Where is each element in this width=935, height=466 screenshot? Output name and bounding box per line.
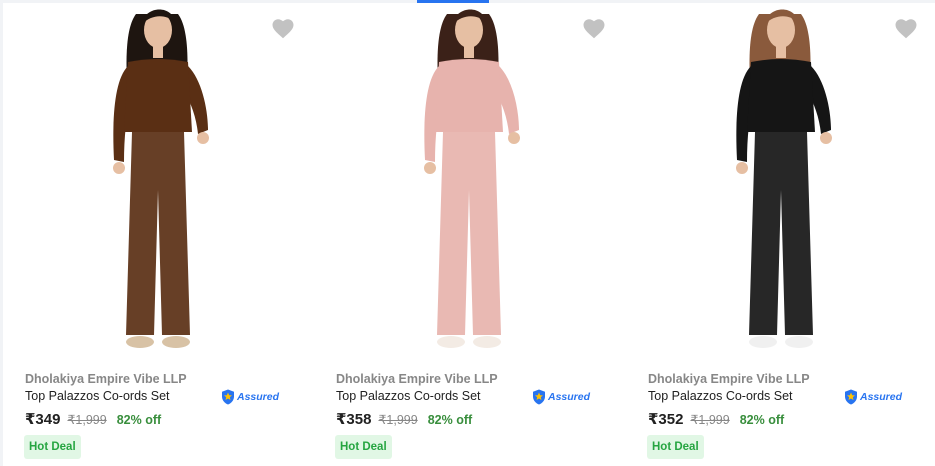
top: [124, 59, 192, 132]
assured-badge: Assured: [532, 389, 590, 405]
discount-percent: 82% off: [427, 413, 473, 427]
right-hand: [197, 132, 209, 144]
product-title[interactable]: Top Palazzos Co-ords Set: [336, 389, 481, 403]
original-price: ₹1,999: [378, 413, 418, 427]
selling-price: ₹352: [648, 411, 684, 428]
assured-label: Assured: [548, 391, 591, 403]
left-shoe: [437, 336, 465, 348]
right-hand: [508, 132, 520, 144]
price-row: ₹358 ₹1,999 82% off: [336, 410, 472, 428]
product-image[interactable]: [3, 0, 314, 362]
wishlist-heart-icon[interactable]: [582, 17, 606, 39]
assured-badge: Assured: [221, 389, 279, 405]
neck: [153, 44, 163, 58]
original-price: ₹1,999: [67, 413, 107, 427]
neck: [464, 44, 474, 58]
product-title[interactable]: Top Palazzos Co-ords Set: [25, 389, 170, 403]
assured-badge: Assured: [844, 389, 902, 405]
palazzo-pants: [749, 132, 813, 335]
right-shoe: [162, 336, 190, 348]
right-shoe: [473, 336, 501, 348]
top: [435, 59, 503, 132]
palazzo-pants: [437, 132, 501, 335]
product-card[interactable]: Dholakiya Empire Vibe LLP Top Palazzos C…: [626, 0, 935, 466]
right-shoe: [785, 336, 813, 348]
hot-deal-badge: Hot Deal: [335, 435, 392, 459]
discount-percent: 82% off: [739, 413, 785, 427]
left-shoe: [126, 336, 154, 348]
selling-price: ₹358: [336, 411, 372, 428]
hot-deal-badge: Hot Deal: [647, 435, 704, 459]
left-hand: [736, 162, 748, 174]
assured-shield-icon: [845, 389, 857, 405]
top: [747, 59, 815, 132]
assured-label: Assured: [860, 391, 903, 403]
assured-shield-icon: [222, 389, 234, 405]
price-row: ₹352 ₹1,999 82% off: [648, 410, 784, 428]
hot-deal-badge: Hot Deal: [24, 435, 81, 459]
selling-price: ₹349: [25, 411, 61, 428]
product-brand[interactable]: Dholakiya Empire Vibe LLP: [336, 372, 498, 386]
product-image[interactable]: [314, 0, 625, 362]
model-figure: [113, 9, 209, 348]
right-hand: [820, 132, 832, 144]
left-hand: [113, 162, 125, 174]
left-hand: [424, 162, 436, 174]
neck: [776, 44, 786, 58]
discount-percent: 82% off: [116, 413, 162, 427]
price-row: ₹349 ₹1,999 82% off: [25, 410, 161, 428]
product-image[interactable]: [626, 0, 935, 362]
assured-shield-icon: [533, 389, 545, 405]
wishlist-heart-icon[interactable]: [894, 17, 918, 39]
product-brand[interactable]: Dholakiya Empire Vibe LLP: [25, 372, 187, 386]
wishlist-heart-icon[interactable]: [271, 17, 295, 39]
product-brand[interactable]: Dholakiya Empire Vibe LLP: [648, 372, 810, 386]
left-shoe: [749, 336, 777, 348]
model-figure: [736, 9, 832, 348]
model-figure: [424, 9, 520, 348]
palazzo-pants: [126, 132, 190, 335]
product-card[interactable]: Dholakiya Empire Vibe LLP Top Palazzos C…: [314, 0, 625, 466]
assured-label: Assured: [237, 391, 280, 403]
product-title[interactable]: Top Palazzos Co-ords Set: [648, 389, 793, 403]
original-price: ₹1,999: [690, 413, 730, 427]
product-card[interactable]: Dholakiya Empire Vibe LLP Top Palazzos C…: [3, 0, 314, 466]
